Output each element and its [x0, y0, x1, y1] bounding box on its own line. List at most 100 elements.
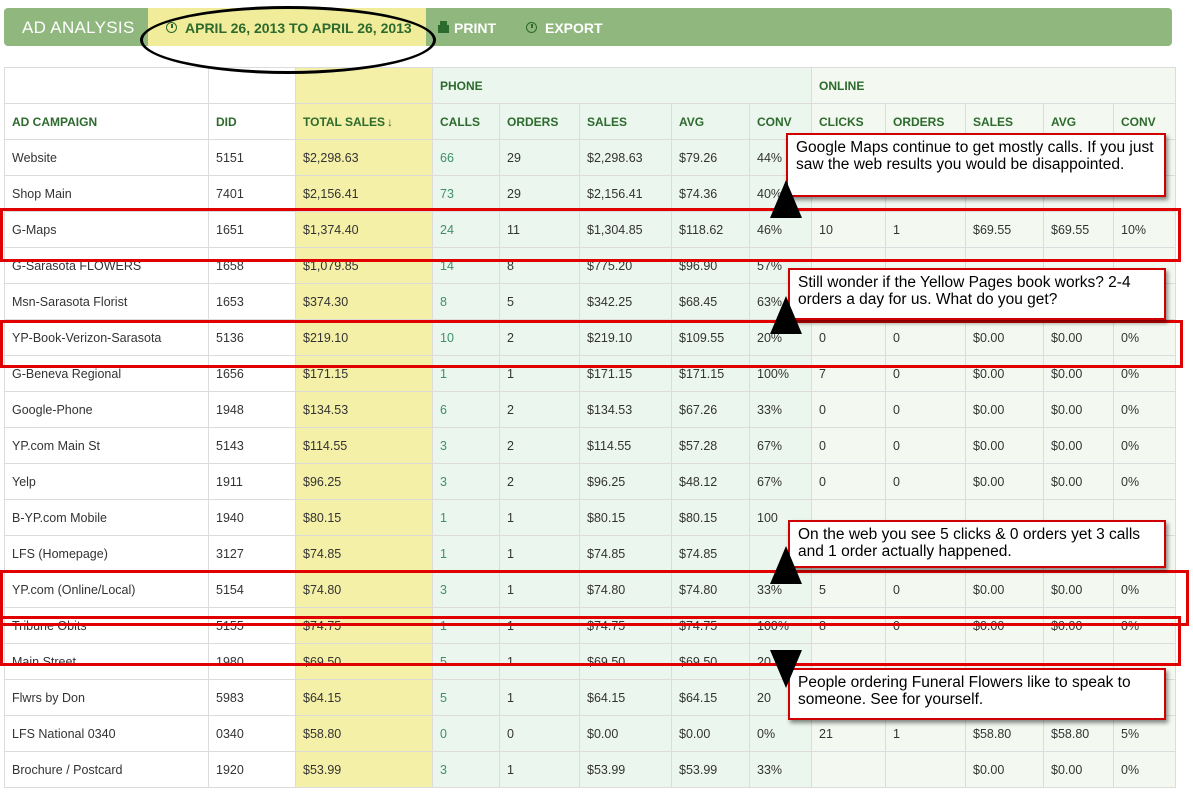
print-button[interactable]: PRINT — [438, 8, 496, 48]
col-phone-avg-cell: $48.12 — [671, 463, 750, 500]
col-phone-orders-cell: 2 — [499, 391, 580, 428]
print-label: PRINT — [454, 20, 496, 36]
column-label: SALES — [973, 114, 1014, 129]
page-title: AD ANALYSIS — [22, 18, 135, 37]
table-row[interactable]: Google-Phone 1948 $134.53 6 2 $134.53 $67.26 33… — [4, 391, 1176, 428]
col-phone-orders-cell: 29 — [499, 139, 580, 176]
col-ad-campaign-cell: LFS National 0340 — [4, 715, 209, 752]
col-phone-calls-cell: 3 — [432, 751, 500, 788]
col-phone-conv-cell: 67% — [749, 463, 812, 500]
col-online-conv-cell: 0% — [1113, 463, 1176, 500]
col-online-orders-cell: 1 — [885, 715, 966, 752]
column-label: ORDERS — [507, 114, 559, 129]
col-online-avg-cell: $58.80 — [1043, 715, 1114, 752]
col-total-sales-cell: $64.15 — [295, 679, 433, 716]
col-phone-avg-header[interactable]: AVG — [671, 103, 750, 140]
table-row[interactable]: LFS National 0340 0340 $58.80 0 0 $0.00 $0.00 0… — [4, 715, 1176, 752]
callout-yp-book: Still wonder if the Yellow Pages book wo… — [788, 268, 1166, 320]
col-ad-campaign-cell: YP.com Main St — [4, 427, 209, 464]
column-label: CLICKS — [819, 114, 864, 129]
col-phone-calls-cell: 3 — [432, 463, 500, 500]
online-group-header: ONLINE — [811, 67, 1176, 104]
col-online-clicks-cell — [811, 751, 886, 788]
col-did-header[interactable]: DID — [208, 103, 296, 140]
col-phone-conv-cell: 33% — [749, 751, 812, 788]
column-label: CONV — [1121, 114, 1156, 129]
col-total-sales-cell: $53.99 — [295, 751, 433, 788]
col-phone-orders-cell: 1 — [499, 535, 580, 572]
arrow-up-icon — [770, 546, 802, 584]
col-phone-calls-cell: 0 — [432, 715, 500, 752]
column-label: TOTAL SALES — [303, 114, 386, 129]
col-phone-calls-cell: 5 — [432, 679, 500, 716]
column-label: CALLS — [440, 114, 480, 129]
callout-yp-online: On the web you see 5 clicks & 0 orders y… — [788, 520, 1166, 568]
col-phone-sales-cell: $74.85 — [579, 535, 672, 572]
col-did-cell: 0340 — [208, 715, 296, 752]
col-online-sales-cell: $0.00 — [965, 751, 1044, 788]
export-icon — [526, 22, 537, 33]
column-label: DID — [216, 114, 237, 129]
col-did-cell: 5983 — [208, 679, 296, 716]
col-ad-campaign-cell: LFS (Homepage) — [4, 535, 209, 572]
col-phone-sales-cell: $80.15 — [579, 499, 672, 536]
date-highlight-ellipse — [140, 6, 436, 74]
phone-group-header: PHONE — [432, 67, 812, 104]
group-header-row: PHONE ONLINE — [4, 67, 1176, 104]
col-total-sales-cell: $74.85 — [295, 535, 433, 572]
col-did-cell: 1653 — [208, 283, 296, 320]
col-ad-campaign-header[interactable]: AD CAMPAIGN — [4, 103, 209, 140]
col-ad-campaign-cell: Brochure / Postcard — [4, 751, 209, 788]
column-label: CONV — [757, 114, 792, 129]
col-total-sales-cell: $58.80 — [295, 715, 433, 752]
col-total-sales-cell: $2,298.63 — [295, 139, 433, 176]
col-online-orders-cell: 0 — [885, 427, 966, 464]
col-phone-orders-header[interactable]: ORDERS — [499, 103, 580, 140]
col-phone-avg-cell: $80.15 — [671, 499, 750, 536]
export-button[interactable]: EXPORT — [526, 8, 603, 48]
col-online-orders-cell: 0 — [885, 463, 966, 500]
arrow-up-icon — [770, 180, 802, 218]
col-online-avg-cell: $0.00 — [1043, 427, 1114, 464]
col-phone-sales-cell: $2,298.63 — [579, 139, 672, 176]
table-row[interactable]: Brochure / Postcard 1920 $53.99 3 1 $53.99 $53… — [4, 751, 1176, 788]
col-total-sales-header[interactable]: TOTAL SALES ↓ — [295, 103, 433, 140]
col-did-cell: 1940 — [208, 499, 296, 536]
col-online-sales-cell: $0.00 — [965, 391, 1044, 428]
highlight-box-tribune-obits — [0, 616, 1181, 666]
table-row[interactable]: Yelp 1911 $96.25 3 2 $96.25 $48.12 67% 0 0 $0.00 $0… — [4, 463, 1176, 500]
col-phone-conv-cell: 67% — [749, 427, 812, 464]
col-phone-avg-cell: $64.15 — [671, 679, 750, 716]
col-phone-calls-cell: 1 — [432, 535, 500, 572]
col-online-conv-cell: 0% — [1113, 427, 1176, 464]
col-online-conv-cell: 0% — [1113, 751, 1176, 788]
col-online-conv-cell: 0% — [1113, 391, 1176, 428]
arrow-up-icon — [770, 296, 802, 334]
col-phone-sales-cell: $2,156.41 — [579, 175, 672, 212]
col-ad-campaign-cell: Website — [4, 139, 209, 176]
col-did-cell: 7401 — [208, 175, 296, 212]
col-online-clicks-cell: 0 — [811, 427, 886, 464]
col-online-clicks-cell: 21 — [811, 715, 886, 752]
col-ad-campaign-cell: B-YP.com Mobile — [4, 499, 209, 536]
table-row[interactable]: YP.com Main St 5143 $114.55 3 2 $114.55 $57.28… — [4, 427, 1176, 464]
col-ad-campaign-cell: Flwrs by Don — [4, 679, 209, 716]
col-phone-calls-header[interactable]: CALLS — [432, 103, 500, 140]
col-total-sales-cell: $114.55 — [295, 427, 433, 464]
col-online-avg-cell: $0.00 — [1043, 391, 1114, 428]
col-online-orders-cell: 0 — [885, 391, 966, 428]
col-phone-sales-header[interactable]: SALES — [579, 103, 672, 140]
col-phone-sales-cell: $53.99 — [579, 751, 672, 788]
column-label: AD CAMPAIGN — [12, 114, 98, 129]
col-phone-calls-cell: 66 — [432, 139, 500, 176]
sort-arrow-icon: ↓ — [387, 114, 394, 129]
col-phone-avg-cell: $79.26 — [671, 139, 750, 176]
col-phone-calls-cell: 3 — [432, 427, 500, 464]
col-online-avg-cell: $0.00 — [1043, 751, 1114, 788]
col-phone-orders-cell: 29 — [499, 175, 580, 212]
highlight-box-gmaps — [0, 208, 1181, 262]
callout-funeral-flowers: People ordering Funeral Flowers like to … — [788, 668, 1166, 720]
column-label: AVG — [679, 114, 705, 129]
col-phone-avg-cell: $53.99 — [671, 751, 750, 788]
col-did-cell: 5151 — [208, 139, 296, 176]
